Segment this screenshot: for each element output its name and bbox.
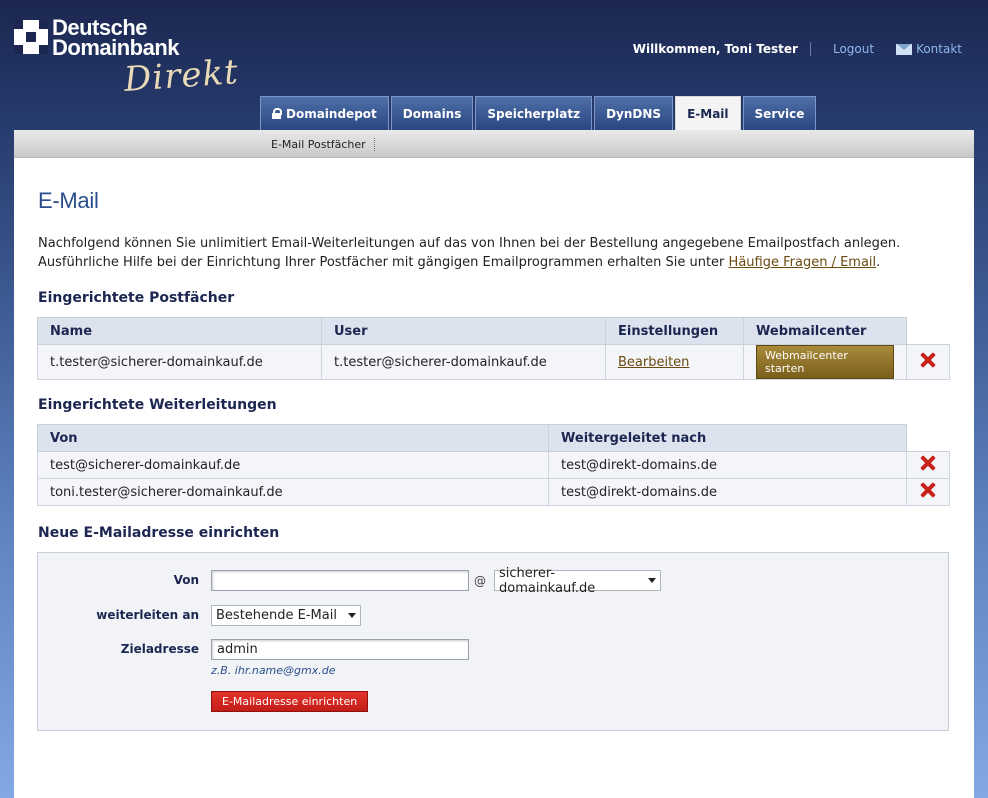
col-webmail: Webmailcenter <box>743 317 907 345</box>
tab-label: Domaindepot <box>286 106 377 121</box>
faq-email-link[interactable]: Häufige Fragen / Email <box>729 255 877 270</box>
forward-delete-cell <box>906 478 950 506</box>
sub-navigation: E-Mail Postfächer <box>14 130 974 158</box>
tab-domaindepot[interactable]: Domaindepot <box>260 96 389 130</box>
main-nav-tabs: Domaindepot Domains Speicherplatz DynDNS… <box>260 96 817 130</box>
forward-type-value: Bestehende E-Mail <box>216 608 337 623</box>
tab-email[interactable]: E-Mail <box>675 96 741 130</box>
start-webmail-button[interactable]: Webmailcenter starten <box>756 345 894 379</box>
target-address-label: Zieladresse <box>120 642 199 656</box>
tab-label: DynDNS <box>606 106 662 121</box>
col-settings: Einstellungen <box>605 317 744 345</box>
tab-speicherplatz[interactable]: Speicherplatz <box>475 96 593 130</box>
domain-select-value: sicherer-domainkauf.de <box>499 565 596 596</box>
domain-select[interactable]: sicherer-domainkauf.de <box>494 566 661 596</box>
forward-to: test@direkt-domains.de <box>548 478 907 506</box>
intro-line-2-end: . <box>876 255 881 270</box>
col-actions <box>906 424 950 452</box>
chevron-down-icon <box>648 578 656 583</box>
page-title: E-Mail <box>38 188 99 213</box>
delete-icon[interactable] <box>920 482 936 498</box>
table-row: toni.tester@sicherer-domainkauf.de test@… <box>37 478 950 506</box>
forward-delete-cell <box>906 451 950 479</box>
table-row: test@sicherer-domainkauf.de test@direkt-… <box>37 451 950 479</box>
tab-label: Domains <box>402 106 462 121</box>
subnav-item-email-postfaecher[interactable]: E-Mail Postfächer <box>271 138 375 151</box>
tab-label: Speicherplatz <box>487 106 581 121</box>
brand-name-line2: Domainbank <box>52 35 180 60</box>
from-local-part-input[interactable] <box>211 570 469 591</box>
mailbox-settings-cell: Bearbeiten <box>605 344 744 380</box>
col-user: User <box>321 317 606 345</box>
tab-label: Service <box>754 106 805 121</box>
delete-icon[interactable] <box>920 352 936 368</box>
forward-from: toni.tester@sicherer-domainkauf.de <box>37 478 549 506</box>
tab-service[interactable]: Service <box>742 96 817 130</box>
edit-link[interactable]: Bearbeiten <box>618 355 689 370</box>
chevron-down-icon <box>348 613 356 618</box>
brand-script: Direkt <box>122 52 241 100</box>
col-name: Name <box>37 317 322 345</box>
col-from: Von <box>37 424 549 452</box>
intro-text: Nachfolgend können Sie unlimitiert Email… <box>38 234 958 272</box>
envelope-icon <box>896 43 913 55</box>
table-row: t.tester@sicherer-domainkauf.de t.tester… <box>37 344 950 380</box>
contact-label: Kontakt <box>916 42 962 56</box>
welcome-text: Willkommen, Toni Tester <box>633 42 811 56</box>
tab-domains[interactable]: Domains <box>390 96 474 130</box>
mailboxes-heading: Eingerichtete Postfächer <box>38 290 235 306</box>
brand-logo[interactable]: Deutsche Domainbank Direkt <box>14 17 240 113</box>
intro-line-2: Ausführliche Hilfe bei der Einrichtung I… <box>38 253 958 272</box>
create-address-button[interactable]: E-Mailadresse einrichten <box>211 691 369 712</box>
target-address-input[interactable]: admin <box>211 639 469 660</box>
user-bar: Willkommen, Toni Tester Logout Kontakt <box>633 42 962 56</box>
new-address-form: Von @ sicherer-domainkauf.de weiterleite… <box>37 552 949 731</box>
forwards-heading: Eingerichtete Weiterleitungen <box>38 397 277 413</box>
mailbox-user: t.tester@sicherer-domainkauf.de <box>321 344 606 380</box>
logo-mark-icon <box>14 20 48 54</box>
contact-link[interactable]: Kontakt <box>896 42 962 56</box>
forward-to: test@direkt-domains.de <box>548 451 907 479</box>
intro-line-2-text: Ausführliche Hilfe bei der Einrichtung I… <box>38 255 729 270</box>
lock-icon <box>272 108 282 119</box>
content-panel: E-Mail Postfächer E-Mail Nachfolgend kön… <box>14 130 974 798</box>
target-address-hint: z.B. ihr.name@gmx.de <box>211 664 336 677</box>
mailbox-webmail-cell: Webmailcenter starten <box>743 344 907 380</box>
delete-icon[interactable] <box>920 455 936 471</box>
from-label: Von <box>173 573 199 587</box>
mailboxes-table: Name User Einstellungen Webmailcenter t.… <box>37 317 950 380</box>
forward-to-label: weiterleiten an <box>96 608 199 622</box>
col-actions <box>906 317 950 345</box>
forward-from: test@sicherer-domainkauf.de <box>37 451 549 479</box>
new-address-heading: Neue E-Mailadresse einrichten <box>38 525 280 541</box>
at-sign: @ <box>474 574 486 588</box>
mailbox-name: t.tester@sicherer-domainkauf.de <box>37 344 322 380</box>
mailbox-delete-cell <box>906 344 950 380</box>
tab-label: E-Mail <box>687 106 729 121</box>
intro-line-1: Nachfolgend können Sie unlimitiert Email… <box>38 236 901 251</box>
logout-link[interactable]: Logout <box>811 42 896 56</box>
forwards-table: Von Weitergeleitet nach test@sicherer-do… <box>37 424 950 506</box>
forward-type-select[interactable]: Bestehende E-Mail <box>211 605 361 626</box>
tab-dyndns[interactable]: DynDNS <box>594 96 674 130</box>
col-forwarded-to: Weitergeleitet nach <box>548 424 907 452</box>
